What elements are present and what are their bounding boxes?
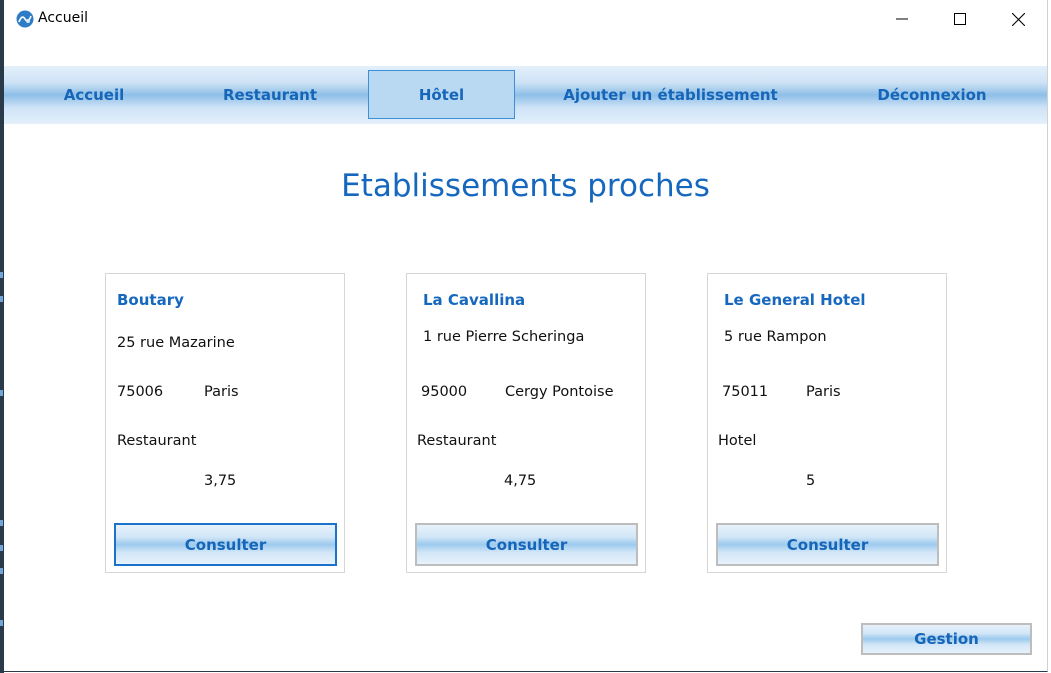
- establishment-city: Cergy Pontoise: [505, 384, 614, 400]
- establishment-city: Paris: [806, 384, 841, 400]
- maximize-icon: [954, 13, 966, 25]
- establishment-address: 1 rue Pierre Scheringa: [423, 329, 585, 345]
- establishment-rating: 5: [806, 473, 816, 489]
- title-bar: Accueil: [4, 0, 1047, 38]
- establishment-rating: 4,75: [504, 473, 537, 489]
- close-icon: [1011, 12, 1025, 26]
- nav-accueil[interactable]: Accueil: [24, 66, 164, 124]
- nav-ajouter-etablissement[interactable]: Ajouter un établissement: [544, 66, 797, 124]
- establishment-name: Boutary: [117, 291, 184, 309]
- establishment-type: Hotel: [718, 433, 757, 449]
- main-nav: Accueil Restaurant Hôtel Ajouter un étab…: [4, 66, 1047, 124]
- nav-deconnexion[interactable]: Déconnexion: [852, 66, 1012, 124]
- app-logo-icon: [16, 10, 34, 28]
- window-title: Accueil: [38, 10, 88, 26]
- establishment-city: Paris: [204, 384, 239, 400]
- nav-hotel[interactable]: Hôtel: [368, 70, 515, 119]
- app-window: Accueil Accueil Restaurant Hôtel Ajouter…: [4, 0, 1048, 672]
- establishment-card: La Cavallina 1 rue Pierre Scheringa 9500…: [406, 273, 646, 573]
- establishment-postal-code: 95000: [421, 384, 468, 400]
- consulter-button[interactable]: Consulter: [114, 523, 337, 566]
- minimize-icon: [896, 18, 908, 20]
- page-title: Etablissements proches: [341, 168, 710, 204]
- establishment-name: Le General Hotel: [724, 291, 866, 309]
- minimize-button[interactable]: [873, 0, 931, 38]
- establishment-type: Restaurant: [417, 433, 497, 449]
- consulter-button[interactable]: Consulter: [716, 523, 939, 566]
- establishment-type: Restaurant: [117, 433, 197, 449]
- establishment-card: Boutary 25 rue Mazarine 75006 Paris Rest…: [105, 273, 345, 573]
- establishment-card: Le General Hotel 5 rue Rampon 75011 Pari…: [707, 273, 947, 573]
- establishment-postal-code: 75011: [722, 384, 769, 400]
- establishment-name: La Cavallina: [423, 291, 526, 309]
- consulter-button[interactable]: Consulter: [415, 523, 638, 566]
- establishment-rating: 3,75: [204, 473, 237, 489]
- maximize-button[interactable]: [931, 0, 989, 38]
- establishment-address: 25 rue Mazarine: [117, 335, 235, 351]
- close-button[interactable]: [989, 0, 1047, 38]
- establishment-postal-code: 75006: [117, 384, 164, 400]
- gestion-button[interactable]: Gestion: [861, 623, 1032, 655]
- nav-restaurant[interactable]: Restaurant: [200, 66, 340, 124]
- establishment-address: 5 rue Rampon: [724, 329, 827, 345]
